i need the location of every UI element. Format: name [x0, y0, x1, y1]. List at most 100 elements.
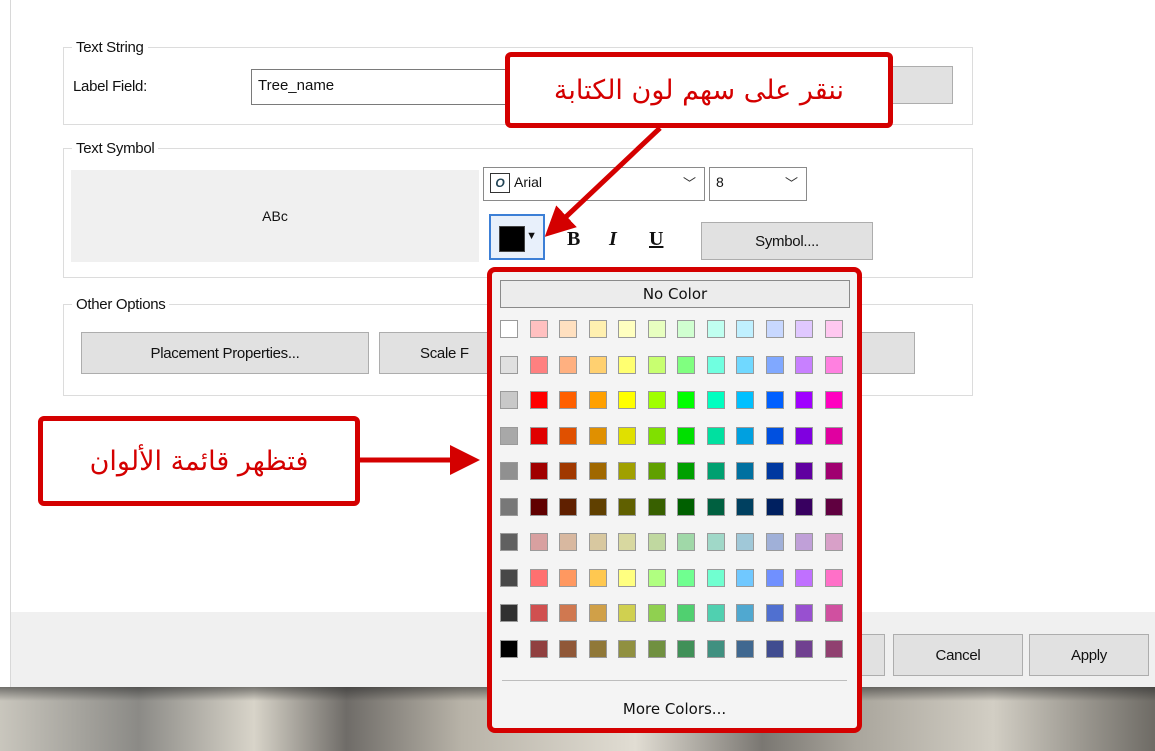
- color-swatch[interactable]: [529, 639, 548, 658]
- color-swatch[interactable]: [824, 639, 843, 658]
- color-swatch[interactable]: [588, 568, 607, 587]
- color-swatch[interactable]: [736, 568, 754, 587]
- color-swatch[interactable]: [618, 533, 636, 551]
- color-swatch[interactable]: [677, 497, 695, 516]
- color-swatch[interactable]: [559, 462, 577, 480]
- color-swatch[interactable]: [765, 497, 784, 516]
- color-swatch[interactable]: [559, 355, 577, 374]
- color-swatch[interactable]: [706, 462, 725, 480]
- no-color-button[interactable]: No Color: [500, 280, 850, 308]
- color-swatch[interactable]: [500, 568, 518, 587]
- color-swatch[interactable]: [529, 355, 548, 374]
- color-swatch[interactable]: [588, 604, 607, 622]
- color-swatch[interactable]: [706, 568, 725, 587]
- label-field-input[interactable]: Tree_name: [251, 69, 513, 105]
- color-swatch[interactable]: [529, 497, 548, 516]
- color-swatch[interactable]: [529, 604, 548, 622]
- color-swatch[interactable]: [736, 426, 754, 445]
- color-swatch[interactable]: [795, 426, 813, 445]
- color-swatch[interactable]: [706, 639, 725, 658]
- color-swatch[interactable]: [677, 391, 695, 409]
- font-name-select[interactable]: O Arial ﹀: [483, 167, 705, 201]
- color-swatch[interactable]: [677, 355, 695, 374]
- color-swatch[interactable]: [500, 497, 518, 516]
- color-swatch[interactable]: [736, 462, 754, 480]
- color-swatch[interactable]: [529, 462, 548, 480]
- color-swatch[interactable]: [795, 568, 813, 587]
- color-swatch[interactable]: [824, 604, 843, 622]
- color-swatch[interactable]: [736, 355, 754, 374]
- color-swatch[interactable]: [500, 639, 518, 658]
- color-swatch[interactable]: [647, 462, 666, 480]
- color-swatch[interactable]: [677, 568, 695, 587]
- color-swatch[interactable]: [795, 533, 813, 551]
- font-size-select[interactable]: 8 ﹀: [709, 167, 807, 201]
- color-swatch[interactable]: [765, 639, 784, 658]
- color-swatch[interactable]: [500, 462, 518, 480]
- color-swatch[interactable]: [500, 391, 518, 409]
- color-swatch[interactable]: [824, 320, 843, 338]
- color-swatch[interactable]: [647, 320, 666, 338]
- color-swatch[interactable]: [765, 604, 784, 622]
- color-swatch[interactable]: [795, 391, 813, 409]
- color-swatch[interactable]: [588, 462, 607, 480]
- color-swatch[interactable]: [588, 639, 607, 658]
- color-swatch[interactable]: [795, 604, 813, 622]
- color-swatch[interactable]: [795, 639, 813, 658]
- color-swatch[interactable]: [706, 355, 725, 374]
- color-swatch[interactable]: [559, 320, 577, 338]
- color-swatch[interactable]: [618, 391, 636, 409]
- color-swatch[interactable]: [677, 604, 695, 622]
- color-swatch[interactable]: [559, 568, 577, 587]
- color-swatch[interactable]: [795, 320, 813, 338]
- color-swatch[interactable]: [677, 639, 695, 658]
- color-swatch[interactable]: [824, 355, 843, 374]
- color-swatch[interactable]: [618, 568, 636, 587]
- color-swatch[interactable]: [588, 497, 607, 516]
- color-swatch[interactable]: [795, 355, 813, 374]
- cancel-button[interactable]: Cancel: [893, 634, 1023, 676]
- color-swatch[interactable]: [559, 426, 577, 445]
- color-swatch[interactable]: [824, 462, 843, 480]
- color-swatch[interactable]: [765, 355, 784, 374]
- color-swatch[interactable]: [765, 320, 784, 338]
- color-swatch[interactable]: [736, 497, 754, 516]
- color-swatch[interactable]: [795, 462, 813, 480]
- color-swatch[interactable]: [706, 391, 725, 409]
- color-swatch[interactable]: [736, 391, 754, 409]
- color-swatch[interactable]: [824, 426, 843, 445]
- color-swatch[interactable]: [795, 497, 813, 516]
- color-swatch[interactable]: [588, 391, 607, 409]
- color-swatch[interactable]: [559, 639, 577, 658]
- color-swatch[interactable]: [529, 568, 548, 587]
- color-swatch[interactable]: [647, 426, 666, 445]
- color-swatch[interactable]: [559, 533, 577, 551]
- color-swatch[interactable]: [677, 533, 695, 551]
- color-swatch[interactable]: [765, 462, 784, 480]
- color-swatch[interactable]: [529, 426, 548, 445]
- color-swatch[interactable]: [618, 426, 636, 445]
- color-swatch[interactable]: [500, 533, 518, 551]
- color-swatch[interactable]: [618, 462, 636, 480]
- apply-button[interactable]: Apply: [1029, 634, 1149, 676]
- color-swatch[interactable]: [706, 533, 725, 551]
- color-swatch[interactable]: [588, 355, 607, 374]
- color-swatch[interactable]: [529, 320, 548, 338]
- color-swatch[interactable]: [647, 533, 666, 551]
- color-swatch[interactable]: [647, 639, 666, 658]
- color-swatch[interactable]: [647, 355, 666, 374]
- color-swatch[interactable]: [500, 355, 518, 374]
- color-swatch[interactable]: [824, 497, 843, 516]
- italic-button[interactable]: I: [609, 228, 617, 251]
- color-swatch[interactable]: [706, 320, 725, 338]
- color-swatch[interactable]: [618, 604, 636, 622]
- color-swatch[interactable]: [647, 604, 666, 622]
- color-swatch[interactable]: [736, 604, 754, 622]
- color-swatch[interactable]: [824, 533, 843, 551]
- symbol-button[interactable]: Symbol....: [701, 222, 873, 260]
- color-swatch[interactable]: [736, 320, 754, 338]
- color-swatch[interactable]: [647, 568, 666, 587]
- color-swatch[interactable]: [736, 639, 754, 658]
- color-swatch[interactable]: [647, 497, 666, 516]
- color-swatch[interactable]: [647, 391, 666, 409]
